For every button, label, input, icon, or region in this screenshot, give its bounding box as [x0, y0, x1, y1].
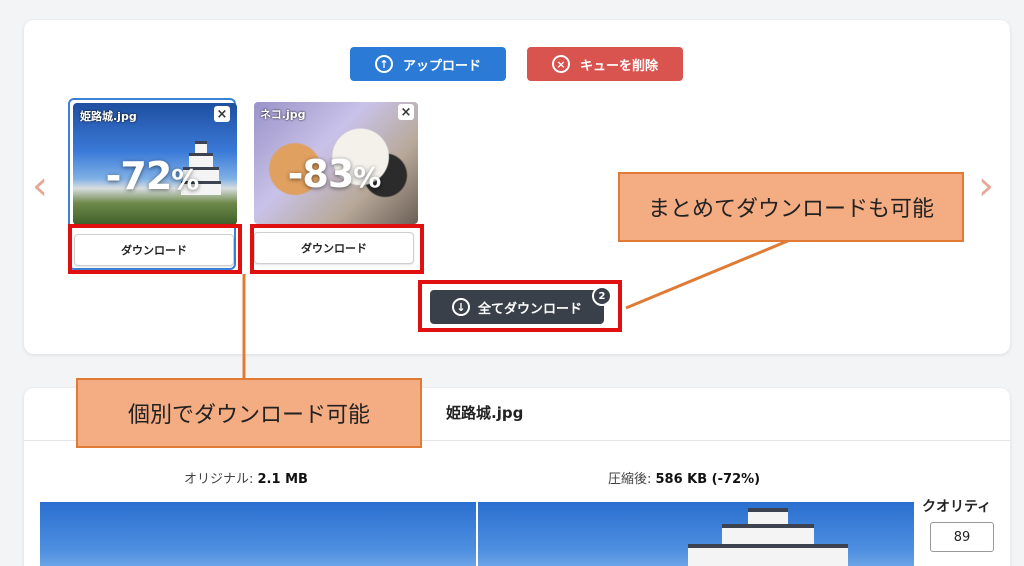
upload-button[interactable]: ↑ アップロード [350, 47, 506, 81]
thumbnail-filename: 姫路城.jpg [80, 110, 137, 123]
original-preview [40, 502, 476, 566]
compressed-size: 圧縮後: 586 KB (-72%) [608, 472, 761, 487]
upload-icon: ↑ [374, 55, 393, 73]
clear-queue-button[interactable]: × キューを削除 [527, 47, 683, 81]
highlight-box [250, 224, 424, 274]
close-icon[interactable]: × [398, 104, 414, 120]
upload-button-label: アップロード [402, 58, 481, 74]
highlight-box [68, 224, 242, 274]
clear-queue-button-label: キューを削除 [579, 58, 658, 74]
callout-bulk-download: まとめてダウンロードも可能 [618, 172, 964, 242]
thumbnail-filename: ネコ.jpg [260, 108, 306, 121]
next-arrow-icon[interactable]: › [978, 166, 994, 206]
clear-icon: × [551, 55, 570, 73]
compressed-preview [478, 502, 914, 566]
castle-illustration [678, 508, 858, 566]
reduction-percent: -72% [105, 154, 200, 198]
reduction-percent: -83% [287, 152, 382, 196]
quality-input[interactable]: 89 [930, 522, 994, 552]
callout-individual-download: 個別でダウンロード可能 [76, 378, 422, 448]
original-size: オリジナル: 2.1 MB [184, 472, 308, 487]
quality-label: クオリティ [922, 499, 992, 515]
prev-arrow-icon[interactable]: ‹ [32, 166, 48, 206]
detail-filename: 姫路城.jpg [446, 404, 524, 422]
close-icon[interactable]: × [214, 106, 230, 122]
highlight-box [418, 280, 622, 332]
